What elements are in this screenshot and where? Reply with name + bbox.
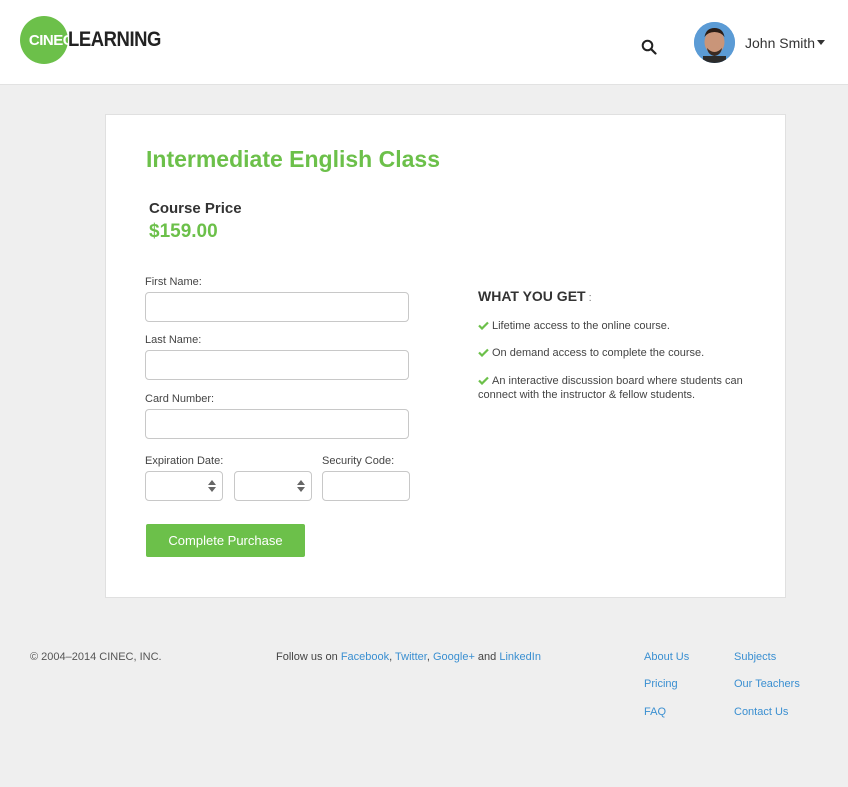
first-name-input[interactable] <box>145 292 409 322</box>
chevron-down-icon[interactable] <box>817 40 825 45</box>
check-icon <box>478 348 489 357</box>
complete-purchase-button[interactable]: Complete Purchase <box>146 524 305 557</box>
expiration-label: Expiration Date: <box>145 455 224 467</box>
check-icon <box>478 321 489 330</box>
search-icon[interactable] <box>641 39 657 55</box>
googleplus-link[interactable]: Google+ <box>433 651 475 663</box>
footer-link-contact-us[interactable]: Contact Us <box>734 706 788 718</box>
footer-copyright: © 2004–2014 CINEC, INC. <box>30 651 162 663</box>
benefit-item: Lifetime access to the online course. <box>478 319 768 333</box>
last-name-label: Last Name: <box>145 334 202 346</box>
footer-link-pricing[interactable]: Pricing <box>644 678 678 690</box>
select-arrows-icon <box>208 480 216 493</box>
security-code-label: Security Code: <box>322 455 395 467</box>
course-title: Intermediate English Class <box>146 146 440 172</box>
footer-link-faq[interactable]: FAQ <box>644 706 666 718</box>
header: CINEC LEARNING John Smith <box>0 0 848 85</box>
price-value: $159.00 <box>149 221 218 242</box>
facebook-link[interactable]: Facebook <box>341 651 389 663</box>
card-number-input[interactable] <box>145 409 409 439</box>
expiration-month-select[interactable] <box>145 471 223 501</box>
checkout-card: Intermediate English Class Course Price … <box>105 114 786 598</box>
follow-prefix: Follow us on <box>276 651 341 663</box>
logo[interactable]: CINEC LEARNING <box>20 16 174 64</box>
linkedin-link[interactable]: LinkedIn <box>499 651 541 663</box>
benefits-title-colon: : <box>588 292 592 304</box>
footer-follow: Follow us on Facebook, Twitter, Google+ … <box>276 651 541 663</box>
benefits-title: WHAT YOU GET: <box>478 288 592 304</box>
check-icon <box>478 376 489 385</box>
twitter-link[interactable]: Twitter <box>395 651 427 663</box>
first-name-label: First Name: <box>145 276 202 288</box>
price-label: Course Price <box>149 200 242 217</box>
select-arrows-icon <box>297 480 305 493</box>
footer-link-our-teachers[interactable]: Our Teachers <box>734 678 800 690</box>
avatar[interactable] <box>694 22 735 63</box>
footer-link-subjects[interactable]: Subjects <box>734 651 776 663</box>
benefit-text: Lifetime access to the online course. <box>492 320 670 332</box>
avatar-image <box>694 22 735 63</box>
benefits-title-text: WHAT YOU GET <box>478 288 586 304</box>
logo-word: LEARNING <box>68 28 161 51</box>
card-number-label: Card Number: <box>145 393 215 405</box>
expiration-year-select[interactable] <box>234 471 312 501</box>
benefit-item: An interactive discussion board where st… <box>478 374 768 402</box>
footer-link-about-us[interactable]: About Us <box>644 651 689 663</box>
user-name[interactable]: John Smith <box>745 35 815 51</box>
benefit-item: On demand access to complete the course. <box>478 346 768 360</box>
follow-separator: and <box>474 651 500 663</box>
security-code-input[interactable] <box>322 471 410 501</box>
logo-mark: CINEC <box>20 16 74 64</box>
benefit-text: On demand access to complete the course. <box>492 347 705 359</box>
last-name-input[interactable] <box>145 350 409 380</box>
benefit-text: An interactive discussion board where st… <box>478 375 743 401</box>
logo-mark-text: CINEC <box>28 31 74 49</box>
